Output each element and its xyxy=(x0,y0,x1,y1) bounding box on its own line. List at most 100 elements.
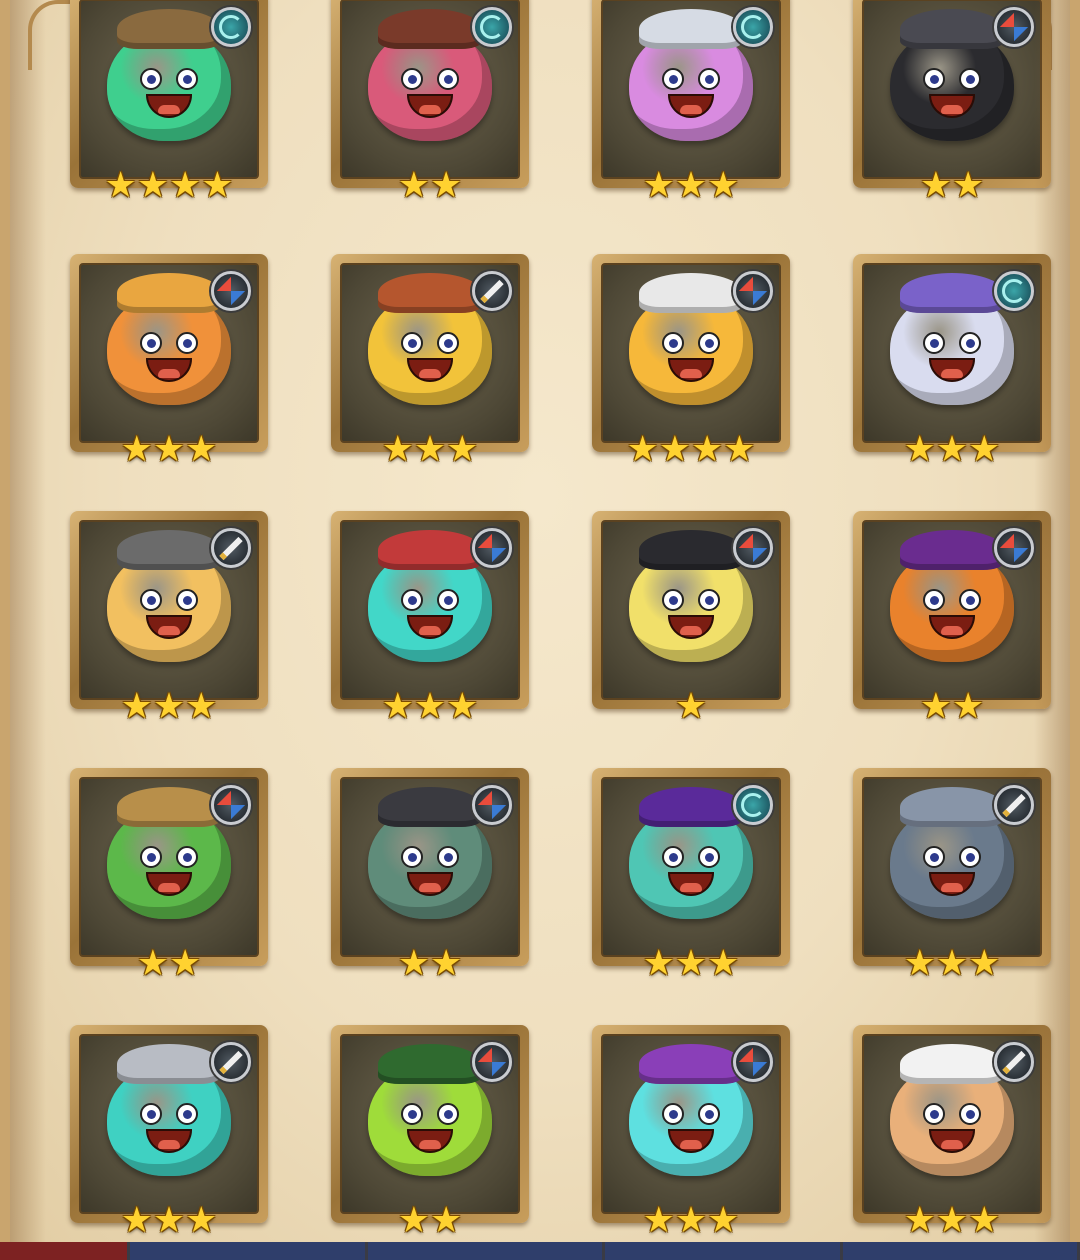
hero-card[interactable]: ★ ★ ★ xyxy=(592,768,790,982)
hero-mouth xyxy=(146,1129,192,1154)
star-icon: ★ xyxy=(446,429,479,470)
hero-card[interactable]: ★ ★ xyxy=(331,768,529,982)
hero-eye xyxy=(958,845,981,868)
hero-mouth xyxy=(407,872,453,897)
hero-mouth xyxy=(929,358,975,383)
star-icon: ★ xyxy=(935,943,969,984)
hero-portrait xyxy=(79,263,259,443)
star-icon: ★ xyxy=(642,1200,675,1241)
hero-card[interactable]: ★ ★ ★ xyxy=(853,768,1051,982)
star-rating: ★ ★ ★ xyxy=(592,946,790,982)
hero-headgear xyxy=(900,530,1004,570)
hero-card[interactable]: ★ ★ xyxy=(853,511,1051,725)
hero-card[interactable]: ★ xyxy=(592,511,790,725)
rogue-diamond-icon xyxy=(994,7,1034,47)
star-icon: ★ xyxy=(674,1200,708,1241)
hero-eye xyxy=(175,331,198,354)
bottom-tab[interactable] xyxy=(605,1242,843,1260)
hero-eye xyxy=(697,1102,720,1125)
star-icon: ★ xyxy=(968,1200,1001,1241)
hero-portrait xyxy=(340,777,520,957)
hero-card[interactable]: ★ ★ ★ ★ xyxy=(70,0,268,204)
hero-portrait xyxy=(601,0,781,179)
hero-portrait xyxy=(79,1034,259,1214)
warrior-sword-icon xyxy=(211,528,251,568)
hero-eye xyxy=(958,331,981,354)
star-icon: ★ xyxy=(968,429,1001,470)
star-rating: ★ ★ ★ xyxy=(592,1203,790,1239)
hero-eye xyxy=(436,845,459,868)
rogue-diamond-icon xyxy=(733,1042,773,1082)
star-icon: ★ xyxy=(136,165,169,206)
star-icon: ★ xyxy=(919,686,952,727)
hero-headgear xyxy=(639,530,743,570)
hero-mouth xyxy=(668,358,714,383)
hero-eye xyxy=(923,588,946,611)
star-icon: ★ xyxy=(430,165,463,206)
hero-card[interactable]: ★ ★ xyxy=(853,0,1051,204)
star-rating: ★ ★ xyxy=(70,946,268,982)
hero-mouth xyxy=(146,872,192,897)
hero-card[interactable]: ★ ★ ★ ★ xyxy=(592,254,790,468)
hero-eye xyxy=(401,845,424,868)
hero-card[interactable]: ★ ★ xyxy=(331,0,529,204)
hero-portrait xyxy=(340,520,520,700)
hero-card[interactable]: ★ ★ ★ xyxy=(331,511,529,725)
hero-mouth xyxy=(668,1129,714,1154)
star-icon: ★ xyxy=(626,429,659,470)
hero-portrait xyxy=(79,0,259,179)
hero-headgear xyxy=(378,1044,482,1084)
star-icon: ★ xyxy=(674,165,708,206)
hero-eye xyxy=(436,331,459,354)
hero-mouth xyxy=(146,94,192,119)
star-rating: ★ ★ xyxy=(853,689,1051,725)
hero-card[interactable]: ★ ★ ★ xyxy=(70,511,268,725)
star-icon: ★ xyxy=(413,686,447,727)
hero-card[interactable]: ★ ★ xyxy=(331,1025,529,1239)
star-icon: ★ xyxy=(903,1200,936,1241)
hero-mouth xyxy=(407,615,453,640)
hero-mouth xyxy=(407,1129,453,1154)
star-icon: ★ xyxy=(381,686,414,727)
hero-headgear xyxy=(378,273,482,313)
bottom-tab[interactable] xyxy=(842,1242,1080,1260)
hero-portrait xyxy=(601,263,781,443)
hero-portrait xyxy=(601,520,781,700)
hero-mouth xyxy=(146,615,192,640)
hero-card[interactable]: ★ ★ ★ xyxy=(331,254,529,468)
hero-mouth xyxy=(929,872,975,897)
hero-card[interactable]: ★ ★ ★ xyxy=(70,1025,268,1239)
hero-eye xyxy=(662,331,685,354)
hero-eye xyxy=(697,588,720,611)
star-icon: ★ xyxy=(201,165,234,206)
hero-headgear xyxy=(639,9,743,49)
star-icon: ★ xyxy=(397,1200,430,1241)
star-rating: ★ ★ ★ xyxy=(592,168,790,204)
mage-swirl-icon xyxy=(733,7,773,47)
hero-headgear xyxy=(900,273,1004,313)
star-rating: ★ ★ xyxy=(331,1203,529,1239)
star-icon: ★ xyxy=(136,943,169,984)
hero-card[interactable]: ★ ★ ★ xyxy=(853,254,1051,468)
hero-card[interactable]: ★ ★ ★ xyxy=(592,0,790,204)
bottom-tab[interactable] xyxy=(130,1242,368,1260)
star-icon: ★ xyxy=(152,429,186,470)
hero-card[interactable]: ★ ★ xyxy=(70,768,268,982)
hero-eye xyxy=(662,845,685,868)
hero-headgear xyxy=(378,9,482,49)
hero-headgear xyxy=(639,273,743,313)
hero-headgear xyxy=(639,787,743,827)
hero-card[interactable]: ★ ★ ★ xyxy=(592,1025,790,1239)
rogue-diamond-icon xyxy=(472,785,512,825)
star-rating: ★ ★ ★ xyxy=(70,689,268,725)
star-rating: ★ ★ xyxy=(331,168,529,204)
hero-card[interactable]: ★ ★ ★ xyxy=(853,1025,1051,1239)
star-icon: ★ xyxy=(169,165,202,206)
hero-card[interactable]: ★ ★ ★ xyxy=(70,254,268,468)
star-icon: ★ xyxy=(952,686,985,727)
hero-headgear xyxy=(117,273,221,313)
bottom-tab[interactable] xyxy=(367,1242,605,1260)
bottom-tab[interactable] xyxy=(0,1242,130,1260)
rogue-diamond-icon xyxy=(211,271,251,311)
hero-eye xyxy=(436,1102,459,1125)
